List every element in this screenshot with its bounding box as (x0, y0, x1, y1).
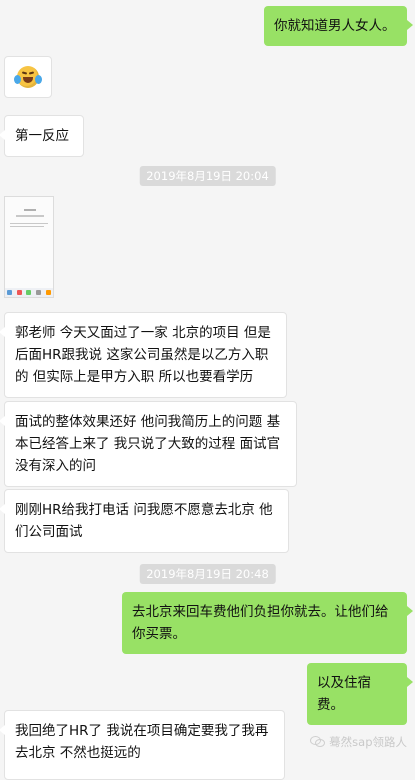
message-bubble-incoming[interactable]: 面试的整体效果还好 他问我简历上的问题 基本已经答上来了 我只说了大致的过程 面… (0, 401, 297, 487)
message-bubble-incoming[interactable]: 我回绝了HR了 我说在项目确定要我了我再去北京 不然也挺远的 (0, 710, 285, 780)
watermark: 蓦然sap领路人 (310, 734, 407, 750)
timestamp: 2019年8月19日 20:48 (139, 564, 276, 584)
message-bubble-incoming[interactable]: 第一反应 (0, 115, 84, 157)
message-bubble-incoming[interactable]: 刚刚HR给我打电话 问我愿不愿意去北京 他们公司面试 (0, 489, 289, 553)
message-bubble-outgoing[interactable]: 去北京来回车费他们负担你就去。让他们给你买票。 (122, 592, 413, 654)
emoji-message-bubble[interactable] (4, 56, 52, 98)
message-bubble-incoming[interactable]: 郭老师 今天又面过了一家 北京的项目 但是后面HR跟我说 这家公司虽然是以乙方入… (0, 312, 287, 398)
phone-dock-icons (5, 288, 53, 297)
laughing-with-tears-icon (14, 66, 42, 88)
image-message-thumbnail[interactable] (4, 196, 54, 298)
message-bubble-outgoing[interactable]: 你就知道男人女人。 (264, 6, 413, 46)
watermark-text: 蓦然sap领路人 (329, 735, 407, 749)
timestamp: 2019年8月19日 20:04 (139, 166, 276, 186)
message-bubble-outgoing[interactable]: 以及住宿费。 (307, 663, 413, 725)
wechat-logo-icon (310, 736, 326, 748)
